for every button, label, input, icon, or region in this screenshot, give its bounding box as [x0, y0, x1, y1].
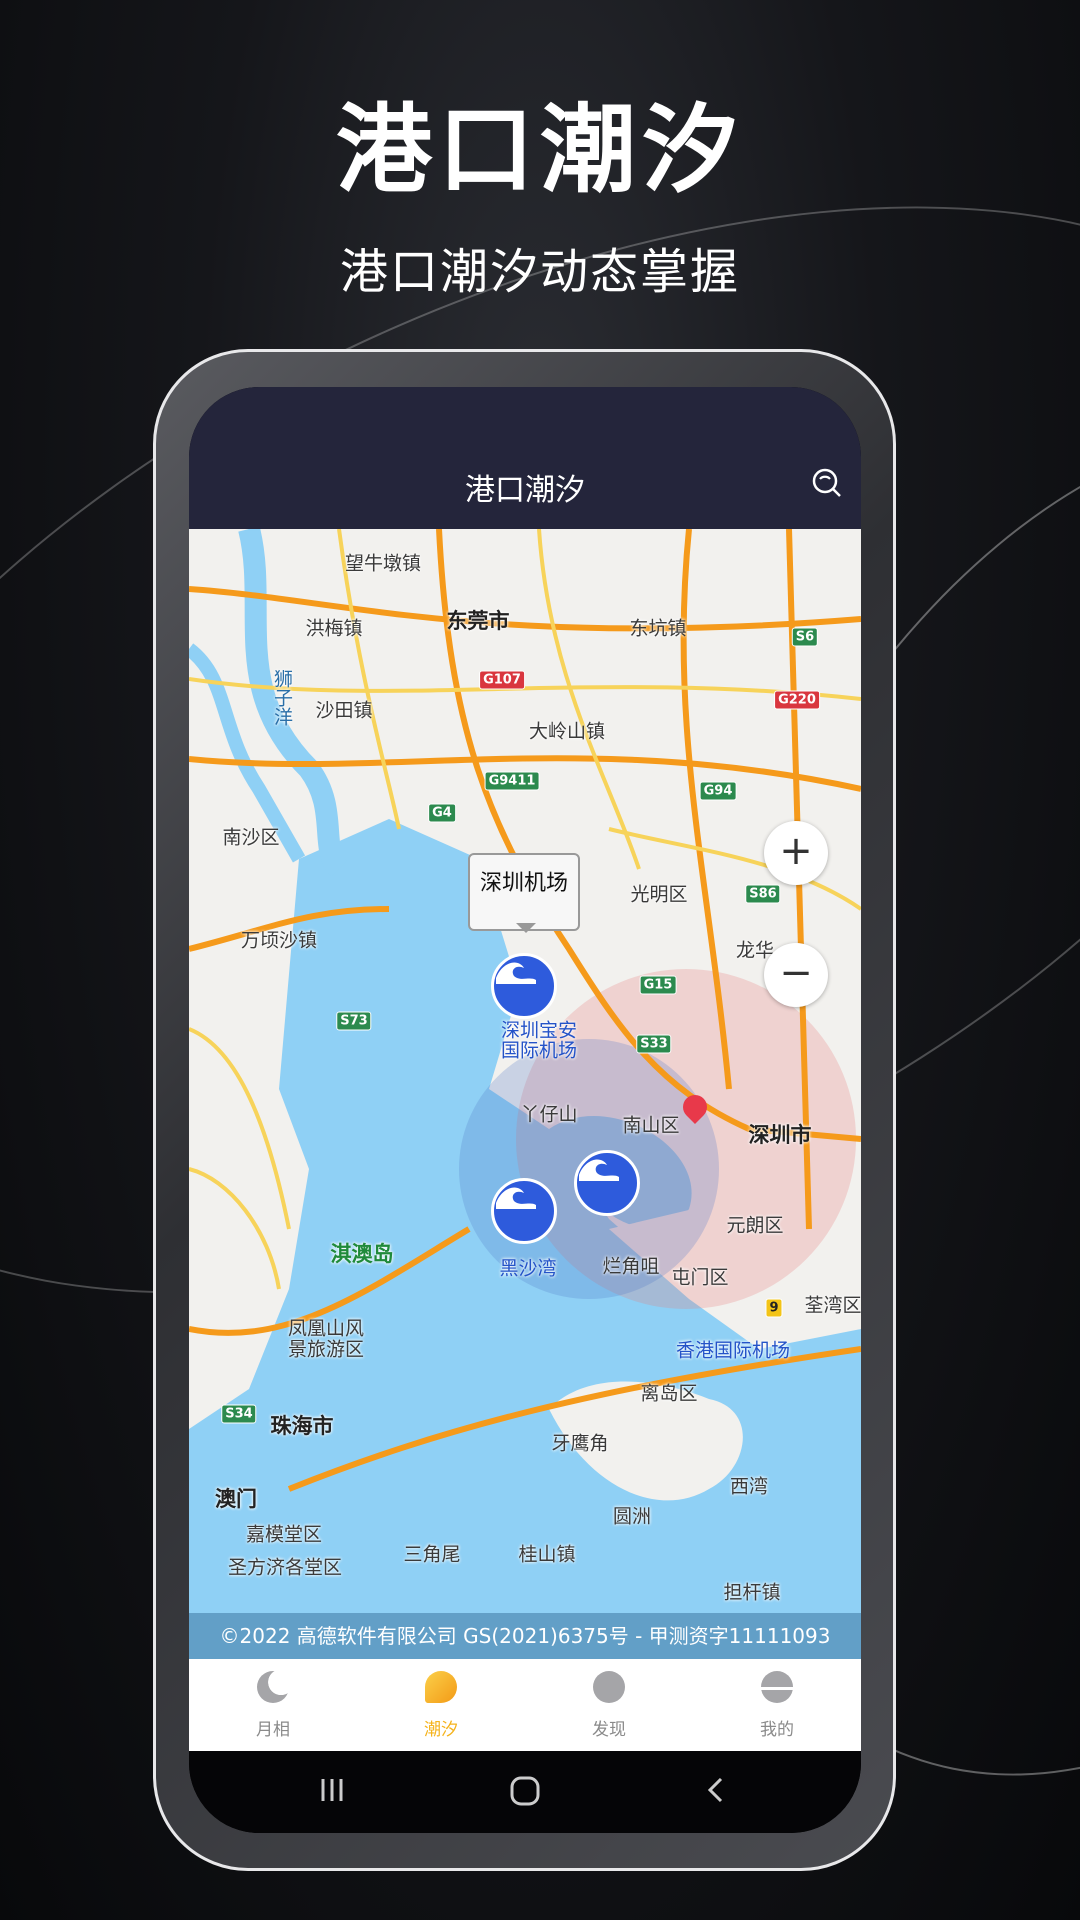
road-badge: G15: [639, 975, 677, 995]
hero-title: 港口潮汐: [336, 94, 744, 206]
map-label: 丫仔山: [520, 1103, 578, 1126]
hero-subtitle: 港口潮汐动态掌握: [339, 244, 740, 300]
zoom-out-button[interactable]: −: [764, 943, 828, 1007]
tide-station-marker[interactable]: [574, 1150, 640, 1216]
map-label: 深圳市: [748, 1123, 812, 1147]
map-label: 香港国际机场: [675, 1339, 791, 1362]
map-label: 澳门: [215, 1487, 257, 1511]
station-popup[interactable]: 深圳机场: [468, 853, 580, 933]
map-label: 万顷沙镇: [240, 929, 318, 952]
tab-label: 发现: [592, 1720, 626, 1740]
wave-icon: [425, 1671, 457, 1703]
road-badge: G107: [479, 670, 525, 690]
road-badge: 9: [765, 1298, 783, 1318]
road-badge: G94: [699, 781, 737, 801]
bottom-tab-bar: 月相 潮汐 发现 我的: [189, 1659, 861, 1751]
tab-label: 月相: [256, 1720, 290, 1740]
map-label: 嘉模堂区: [245, 1523, 323, 1546]
road-badge: S33: [636, 1034, 672, 1054]
road-badge: S34: [221, 1404, 257, 1424]
tab-label: 潮汐: [424, 1720, 458, 1740]
map-label: 三角尾: [403, 1543, 461, 1566]
tab-tide[interactable]: 潮汐: [357, 1659, 525, 1751]
tab-moon-phase[interactable]: 月相: [189, 1659, 357, 1751]
map-label: 沙田镇: [315, 699, 373, 722]
recent-apps-icon[interactable]: [317, 1775, 347, 1805]
map-label: 洪梅镇: [305, 617, 363, 640]
tab-discover[interactable]: 发现: [525, 1659, 693, 1751]
road-badge: G9411: [484, 771, 540, 791]
map-label: 元朗区: [726, 1214, 784, 1237]
map-label: 烂角咀: [602, 1255, 660, 1278]
tide-station-marker[interactable]: [491, 1178, 557, 1244]
map-label: 望牛墩镇: [344, 552, 422, 575]
zoom-in-button[interactable]: +: [764, 821, 828, 885]
map-label: 狮子洋: [271, 669, 293, 726]
tab-profile[interactable]: 我的: [693, 1659, 861, 1751]
map-label: 黑沙湾: [499, 1257, 557, 1280]
map-label: 东莞市: [446, 609, 510, 633]
map-label: 光明区: [630, 883, 688, 906]
map-view[interactable]: 望牛墩镇 东莞市 洪梅镇 东坑镇 沙田镇 大岭山镇 南沙区 光明区 万顷沙镇 龙…: [189, 529, 861, 1659]
map-label: 珠海市: [270, 1414, 334, 1438]
planet-icon: [593, 1671, 625, 1703]
page-title: 港口潮汐: [465, 473, 585, 508]
search-icon[interactable]: [811, 467, 843, 499]
road-badge: S86: [745, 884, 781, 904]
map-label: 屯门区: [671, 1266, 729, 1289]
map-label: 荃湾区: [804, 1294, 861, 1317]
map-label: 离岛区: [640, 1382, 698, 1405]
map-label: 圣方济各堂区: [227, 1556, 343, 1579]
map-label: 南山区: [622, 1114, 680, 1137]
road-badge: G4: [428, 803, 456, 823]
map-label: 南沙区: [222, 826, 280, 849]
wave-icon: [496, 962, 536, 984]
map-label: 牙鹰角: [551, 1432, 609, 1455]
system-nav-bar: [189, 1751, 861, 1833]
map-label: 西湾: [729, 1475, 769, 1498]
tide-station-marker[interactable]: [491, 953, 557, 1019]
tab-label: 我的: [760, 1720, 794, 1740]
map-label: 大岭山镇: [528, 720, 606, 743]
map-copyright: ©2022 高德软件有限公司 GS(2021)6375号 - 甲测资字11111…: [189, 1613, 861, 1659]
wave-icon: [579, 1159, 619, 1181]
back-icon[interactable]: [701, 1775, 731, 1805]
map-label: 国际机场: [500, 1039, 578, 1062]
map-label: 淇澳岛: [330, 1242, 394, 1266]
map-label: 圆洲: [612, 1505, 652, 1528]
moon-icon: [257, 1671, 289, 1703]
profile-icon: [761, 1671, 793, 1703]
road-badge: G220: [774, 690, 820, 710]
map-label: 景旅游区: [287, 1338, 365, 1361]
map-label: 桂山镇: [518, 1543, 576, 1566]
map-label: 东坑镇: [629, 617, 687, 640]
wave-icon: [496, 1187, 536, 1209]
road-badge: S73: [336, 1011, 372, 1031]
road-badge: S6: [791, 627, 819, 647]
home-icon[interactable]: [509, 1775, 541, 1807]
app-header: 港口潮汐: [189, 387, 861, 529]
phone-screen: 港口潮汐 望牛墩镇 东莞市 洪梅镇 东坑镇 沙田镇 大岭山镇 南沙区 光明区 万…: [189, 387, 861, 1833]
map-label: 担杆镇: [723, 1581, 781, 1604]
